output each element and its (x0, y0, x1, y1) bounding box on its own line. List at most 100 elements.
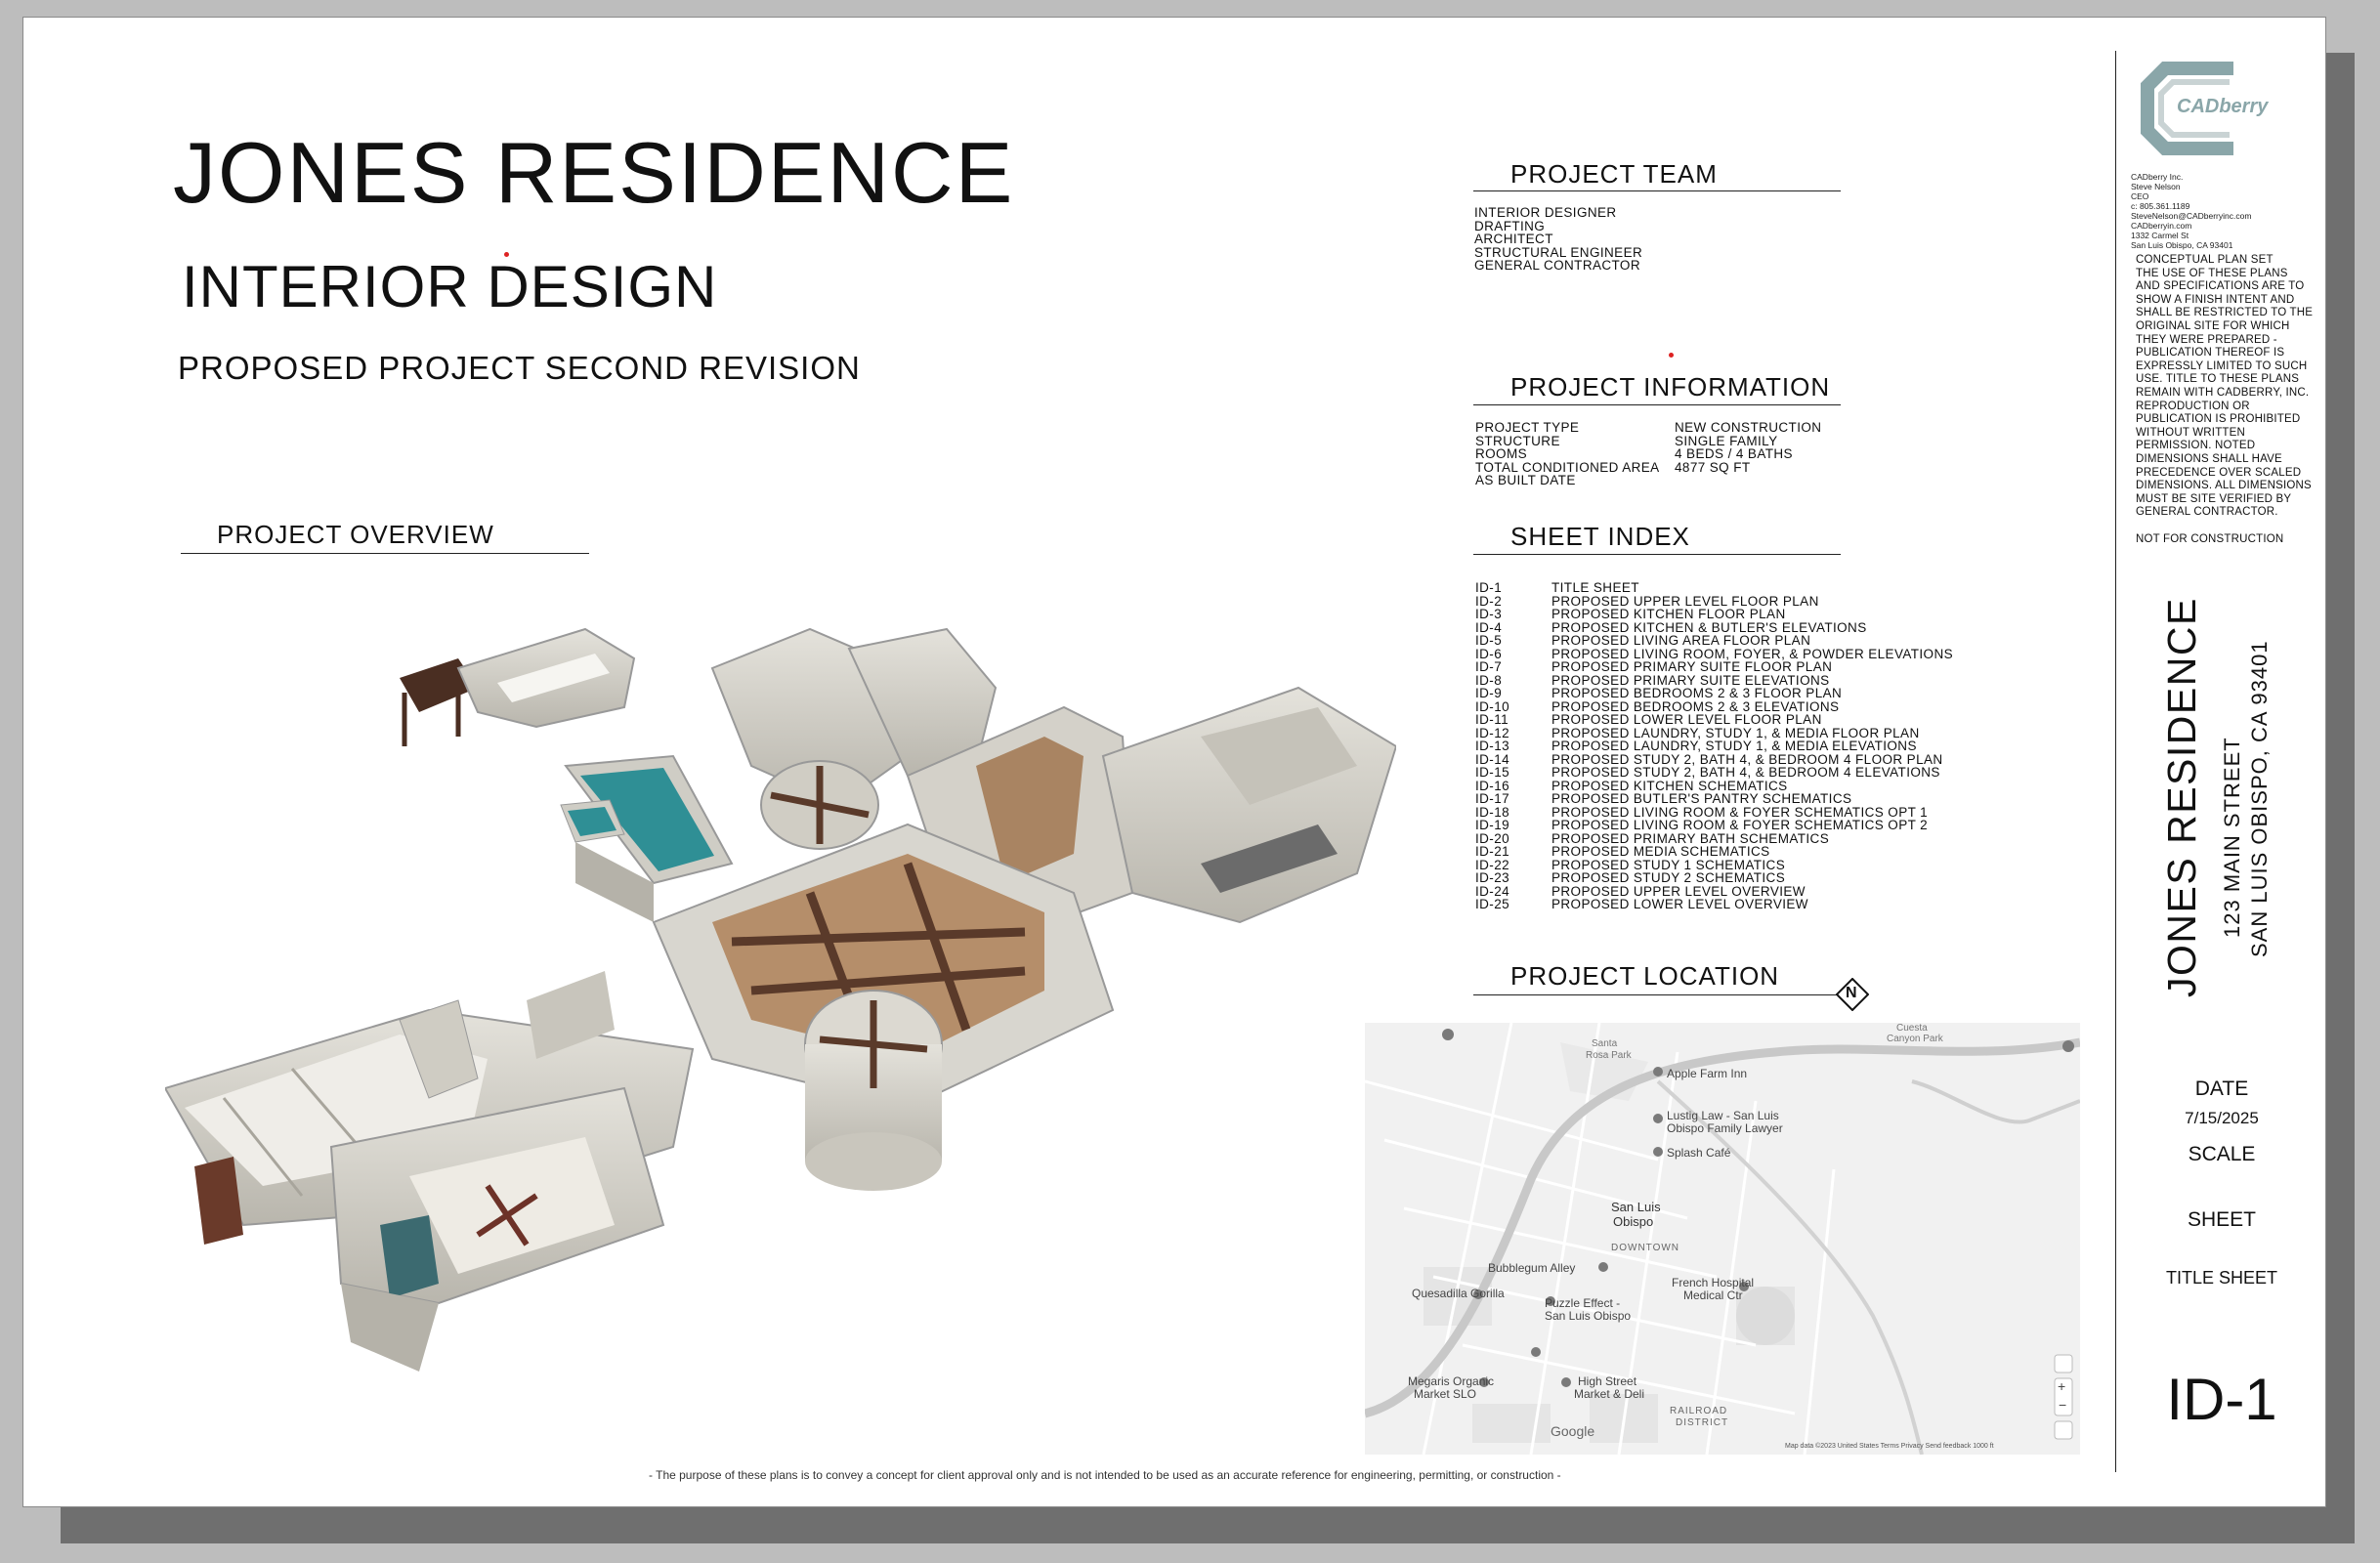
house-3d-overview (163, 600, 1398, 1381)
legal-body: The use of these plans and specification… (2136, 267, 2314, 519)
index-id: ID-6 (1475, 646, 1503, 661)
map-label: Market SLO (1414, 1387, 1477, 1401)
index-name: PROPOSED LAUNDRY, STUDY 1, & MEDIA FLOOR… (1551, 725, 1920, 740)
location-heading: PROJECT LOCATION (1510, 961, 1780, 991)
index-rule (1473, 554, 1841, 555)
info-label: ROOMS (1475, 446, 1528, 461)
index-id: ID-18 (1475, 804, 1510, 820)
info-rule (1473, 404, 1841, 405)
google-logo: Google (1551, 1423, 1595, 1439)
map-label: High Street (1578, 1374, 1637, 1388)
map-label: Puzzle Effect - (1545, 1296, 1621, 1310)
map-label: Lustig Law - San Luis (1667, 1109, 1779, 1122)
overview-rule (181, 553, 589, 554)
team-role: GENERAL CONTRACTOR (1474, 258, 1640, 273)
info-values: NEW CONSTRUCTION SINGLE FAMILY 4 BEDS / … (1675, 421, 1821, 474)
info-labels: PROJECT TYPE STRUCTURE ROOMS TOTAL CONDI… (1475, 421, 1660, 487)
index-id: ID-22 (1475, 857, 1510, 872)
info-label: PROJECT TYPE (1475, 420, 1580, 435)
index-name: PROPOSED PRIMARY SUITE FLOOR PLAN (1551, 659, 1833, 674)
north-label: N (1846, 985, 1857, 1001)
team-role: INTERIOR DESIGNER (1474, 205, 1617, 220)
index-name: PROPOSED BEDROOMS 2 & 3 FLOOR PLAN (1551, 686, 1843, 700)
info-label: STRUCTURE (1475, 433, 1560, 448)
index-name: PROPOSED LIVING ROOM & FOYER SCHEMATICS … (1551, 804, 1929, 820)
scale-label: SCALE (2188, 1143, 2256, 1165)
index-name: PROPOSED LOWER LEVEL OVERVIEW (1551, 897, 1808, 911)
index-name: PROPOSED UPPER LEVEL OVERVIEW (1551, 883, 1806, 899)
sheet-name: TITLE SHEET (2165, 1268, 2278, 1288)
date-label: DATE (2194, 1077, 2249, 1100)
overview-heading: PROJECT OVERVIEW (217, 520, 494, 549)
index-id-column: ID-1 ID-2 ID-3 ID-4 ID-5 ID-6 ID-7 ID-8 … (1475, 581, 1551, 911)
index-id: ID-4 (1475, 619, 1503, 635)
map-label: DISTRICT (1676, 1417, 1729, 1428)
titleblock-city: SAN LUIS OBISPO, CA 93401 (2247, 640, 2272, 957)
index-name: PROPOSED STUDY 2 SCHEMATICS (1551, 870, 1786, 885)
disclaimer-text: - The purpose of these plans is to conve… (649, 1468, 1561, 1482)
index-id: ID-24 (1475, 883, 1510, 899)
index-id: ID-7 (1475, 659, 1503, 674)
index-id: ID-17 (1475, 791, 1510, 806)
legal-notice: CONCEPTUAL PLAN SET The use of these pla… (2136, 254, 2314, 546)
index-id: ID-14 (1475, 751, 1510, 767)
project-subtitle: INTERIOR DESIGN (182, 254, 718, 319)
index-name: PROPOSED LIVING AREA FLOOR PLAN (1551, 633, 1811, 648)
map-label: Splash Café (1667, 1146, 1731, 1160)
map-label: Apple Farm Inn (1667, 1067, 1748, 1080)
index-id: ID-15 (1475, 765, 1510, 780)
info-value: 4877 SQ FT (1675, 459, 1751, 475)
sheet-number: ID-1 (2166, 1367, 2277, 1432)
map-label: Bubblegum Alley (1488, 1261, 1576, 1275)
index-id: ID-10 (1475, 698, 1510, 714)
index-name: PROPOSED LIVING ROOM & FOYER SCHEMATICS … (1551, 818, 1929, 832)
index-name: PROPOSED LOWER LEVEL FLOOR PLAN (1551, 712, 1822, 727)
index-heading: SHEET INDEX (1510, 522, 1690, 551)
left-wing-rooms (163, 971, 695, 1372)
index-id: ID-8 (1475, 672, 1503, 688)
zoom-in-button[interactable]: + (2058, 1378, 2065, 1394)
map-label: Cuesta (1896, 1023, 1928, 1034)
info-value: 4 BEDS / 4 BATHS (1675, 446, 1793, 461)
company-info: CADberry Inc. Steve Nelson CEO c: 805.36… (2131, 172, 2251, 250)
titleblock-project-name: JONES RESIDENCE (2159, 597, 2204, 997)
map-label: Obispo Family Lawyer (1667, 1121, 1783, 1135)
map-label: Market & Deli (1574, 1387, 1645, 1401)
company-line: San Luis Obispo, CA 93401 (2131, 240, 2233, 250)
index-id: ID-9 (1475, 686, 1503, 700)
company-line: CEO (2131, 191, 2149, 201)
location-map[interactable]: Apple Farm Inn Lustig Law - San Luis Obi… (1365, 1023, 2080, 1455)
team-heading: PROJECT TEAM (1510, 159, 1718, 189)
map-label: Medical Ctr (1683, 1288, 1743, 1302)
index-name-column: TITLE SHEET PROPOSED UPPER LEVEL FLOOR P… (1551, 581, 1953, 911)
team-role: ARCHITECT (1474, 232, 1553, 246)
revision-label: PROPOSED PROJECT SECOND REVISION (178, 350, 861, 386)
map-label: French Hospital (1672, 1276, 1755, 1289)
map-label: San Luis (1611, 1200, 1661, 1214)
company-line: SteveNelson@CADberryinc.com (2131, 211, 2252, 221)
index-id: ID-13 (1475, 739, 1510, 753)
sheet-label: SHEET (2187, 1208, 2256, 1231)
house-render-svg (163, 627, 1398, 1372)
company-line: Steve Nelson (2131, 182, 2181, 191)
info-label: AS BUILT DATE (1475, 473, 1576, 487)
company-line: CADberry Inc. (2131, 172, 2184, 182)
date-value: 7/15/2025 (2185, 1109, 2259, 1127)
red-dot-mark (1669, 353, 1674, 358)
pool (560, 754, 734, 922)
index-id: ID-21 (1475, 844, 1510, 859)
index-id: ID-3 (1475, 607, 1503, 621)
company-line: c: 805.361.1189 (2131, 201, 2190, 211)
index-name: PROPOSED STUDY 2, BATH 4, & BEDROOM 4 FL… (1551, 751, 1943, 767)
company-line: CADberryin.com (2131, 221, 2192, 231)
index-name: TITLE SHEET (1551, 580, 1639, 595)
project-title: JONES RESIDENCE (173, 124, 1015, 221)
map-label: San Luis Obispo (1545, 1309, 1632, 1323)
info-value: SINGLE FAMILY (1675, 433, 1778, 448)
info-heading: PROJECT INFORMATION (1510, 372, 1831, 401)
zoom-out-button[interactable]: − (2059, 1397, 2066, 1413)
team-role: DRAFTING (1474, 218, 1546, 233)
index-id: ID-1 (1475, 580, 1503, 595)
index-name: PROPOSED KITCHEN & BUTLER'S ELEVATIONS (1551, 619, 1867, 635)
map-label: Rosa Park (1586, 1050, 1632, 1061)
